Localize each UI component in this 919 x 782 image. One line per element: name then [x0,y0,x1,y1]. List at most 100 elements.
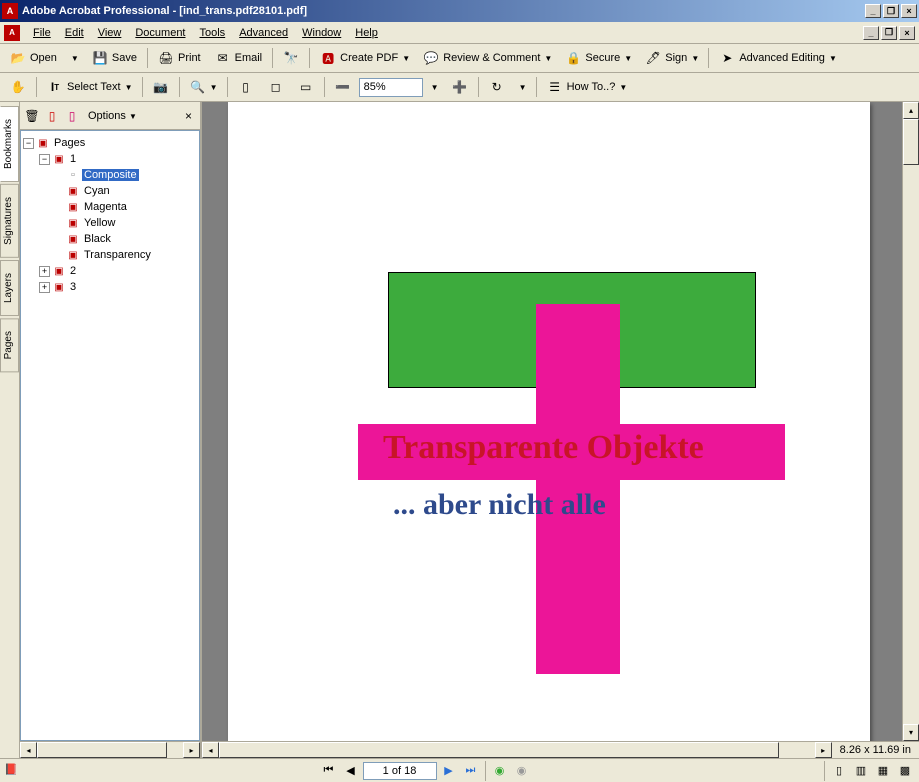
first-page-button[interactable]: ⏮ [319,761,339,781]
tab-bookmarks[interactable]: Bookmarks [0,106,19,182]
menu-tools[interactable]: Tools [193,25,233,41]
page-number-field[interactable]: 1 of 18 [363,762,437,780]
menu-view[interactable]: View [91,25,129,41]
vertical-scrollbar[interactable]: ▴ ▾ [902,102,919,741]
main-area: Bookmarks Signatures Layers Pages 🗑 ▯ ▯ … [0,102,919,758]
trash-icon[interactable]: 🗑 [24,108,40,124]
bookmarks-tree: − ▣ Pages − ▣ 1 ▫ Composite ▣ Cyan [20,130,200,741]
print-button[interactable]: 🖨Print [152,46,207,70]
hand-tool-button[interactable]: ✋ [4,75,32,99]
tree-root-pages[interactable]: − ▣ Pages [23,135,197,151]
options-menu[interactable]: Options ▼ [84,110,141,122]
rotate-button[interactable]: ↻ [483,75,511,99]
panel-close-button[interactable]: × [181,109,196,123]
scroll-right-button[interactable]: ▸ [815,742,832,758]
actual-size-button[interactable]: ▯ [232,75,260,99]
fit-width-button[interactable]: ▭ [292,75,320,99]
fit-width-icon: ▭ [298,79,314,95]
minus-icon: ➖ [335,79,351,95]
create-pdf-button[interactable]: 🅰Create PDF▼ [314,46,415,70]
tab-layers[interactable]: Layers [0,260,19,316]
collapse-icon[interactable]: − [39,154,50,165]
zoom-plus-button[interactable]: ➕ [446,75,474,99]
scroll-down-button[interactable]: ▾ [903,724,919,741]
tree-transparency[interactable]: ▣ Transparency [23,247,197,263]
email-button[interactable]: ✉Email [209,46,269,70]
bookmark-tree-icon[interactable]: ▯ [64,108,80,124]
forward-button[interactable]: ◉ [512,761,532,781]
howto-button[interactable]: ☰How To..?▼ [541,75,633,99]
fit-page-button[interactable]: ◻ [262,75,290,99]
single-page-button[interactable]: ▯ [829,761,849,781]
horizontal-scrollbar[interactable]: ◂ ▸ [202,742,832,758]
expand-icon[interactable]: + [39,266,50,277]
menu-edit[interactable]: Edit [58,25,91,41]
sign-button[interactable]: 🖊Sign▼ [639,46,704,70]
tree-magenta[interactable]: ▣ Magenta [23,199,197,215]
menu-document[interactable]: Document [128,25,192,41]
facing-button[interactable]: ▦ [873,761,893,781]
menu-file[interactable]: File [26,25,58,41]
document-viewport[interactable]: Transparente Objekte ... aber nicht alle [202,102,902,741]
select-text-button[interactable]: ITSelect Text▼ [41,75,138,99]
secure-button[interactable]: 🔒Secure▼ [559,46,637,70]
advanced-editing-button[interactable]: ➤Advanced Editing▼ [713,46,842,70]
vscroll-thumb[interactable] [903,119,919,165]
tree-page-1[interactable]: − ▣ 1 [23,151,197,167]
close-button[interactable]: × [901,4,917,18]
zoom-out-button[interactable]: ➖ [329,75,357,99]
menu-window[interactable]: Window [295,25,348,41]
menu-advanced[interactable]: Advanced [232,25,295,41]
tree-page-3[interactable]: + ▣ 3 [23,279,197,295]
scroll-right-button[interactable]: ▸ [183,742,200,758]
save-icon: 💾 [92,50,108,66]
scroll-left-button[interactable]: ◂ [202,742,219,758]
book-icon[interactable]: 📕 [4,763,20,779]
tree-yellow[interactable]: ▣ Yellow [23,215,197,231]
zoom-in-button[interactable]: 🔍▼ [184,75,223,99]
continuous-facing-button[interactable]: ▩ [895,761,915,781]
menu-help[interactable]: Help [348,25,385,41]
panel-hscroll[interactable]: ◂ ▸ [20,741,200,758]
back-button[interactable]: ◉ [490,761,510,781]
open-button[interactable]: 📂Open [4,46,63,70]
tree-composite[interactable]: ▫ Composite [23,167,197,183]
zoom-field[interactable]: 85% [359,78,423,97]
tab-signatures[interactable]: Signatures [0,184,19,258]
folder-open-icon: 📂 [10,50,26,66]
expand-icon[interactable]: + [39,282,50,293]
minimize-button[interactable]: _ [865,4,881,18]
tree-cyan[interactable]: ▣ Cyan [23,183,197,199]
open-dropdown[interactable]: ▼ [65,50,84,67]
collapse-icon[interactable]: − [23,138,34,149]
continuous-button[interactable]: ▥ [851,761,871,781]
snapshot-button[interactable]: 📷 [147,75,175,99]
doc-restore-button[interactable]: ❐ [881,26,897,40]
tree-black[interactable]: ▣ Black [23,231,197,247]
doc-close-button[interactable]: × [899,26,915,40]
doc-minimize-button[interactable]: _ [863,26,879,40]
hscroll-thumb[interactable] [219,742,779,758]
scroll-thumb[interactable] [37,742,167,758]
scroll-up-button[interactable]: ▴ [903,102,919,119]
plus-icon: ➕ [452,79,468,95]
last-page-button[interactable]: ⏭ [461,761,481,781]
prev-page-button[interactable]: ◀ [341,761,361,781]
maximize-button[interactable]: ❐ [883,4,899,18]
review-button[interactable]: 💬Review & Comment▼ [417,46,557,70]
fit-page-icon: ◻ [268,79,284,95]
scroll-left-button[interactable]: ◂ [20,742,37,758]
pen-icon: 🖊 [645,50,661,66]
next-page-button[interactable]: ▶ [439,761,459,781]
tree-page-2[interactable]: + ▣ 2 [23,263,197,279]
new-bookmark-icon[interactable]: ▯ [44,108,60,124]
rotate-dropdown[interactable]: ▼ [513,79,532,96]
zoom-dropdown[interactable]: ▼ [425,79,444,96]
page-icon: ▫ [66,168,80,182]
pdf-icon: ▣ [52,264,66,278]
tab-pages[interactable]: Pages [0,318,19,372]
page-icon: ▯ [238,79,254,95]
list-icon: ☰ [547,79,563,95]
search-button[interactable]: 🔭 [277,46,305,70]
save-button[interactable]: 💾Save [86,46,143,70]
